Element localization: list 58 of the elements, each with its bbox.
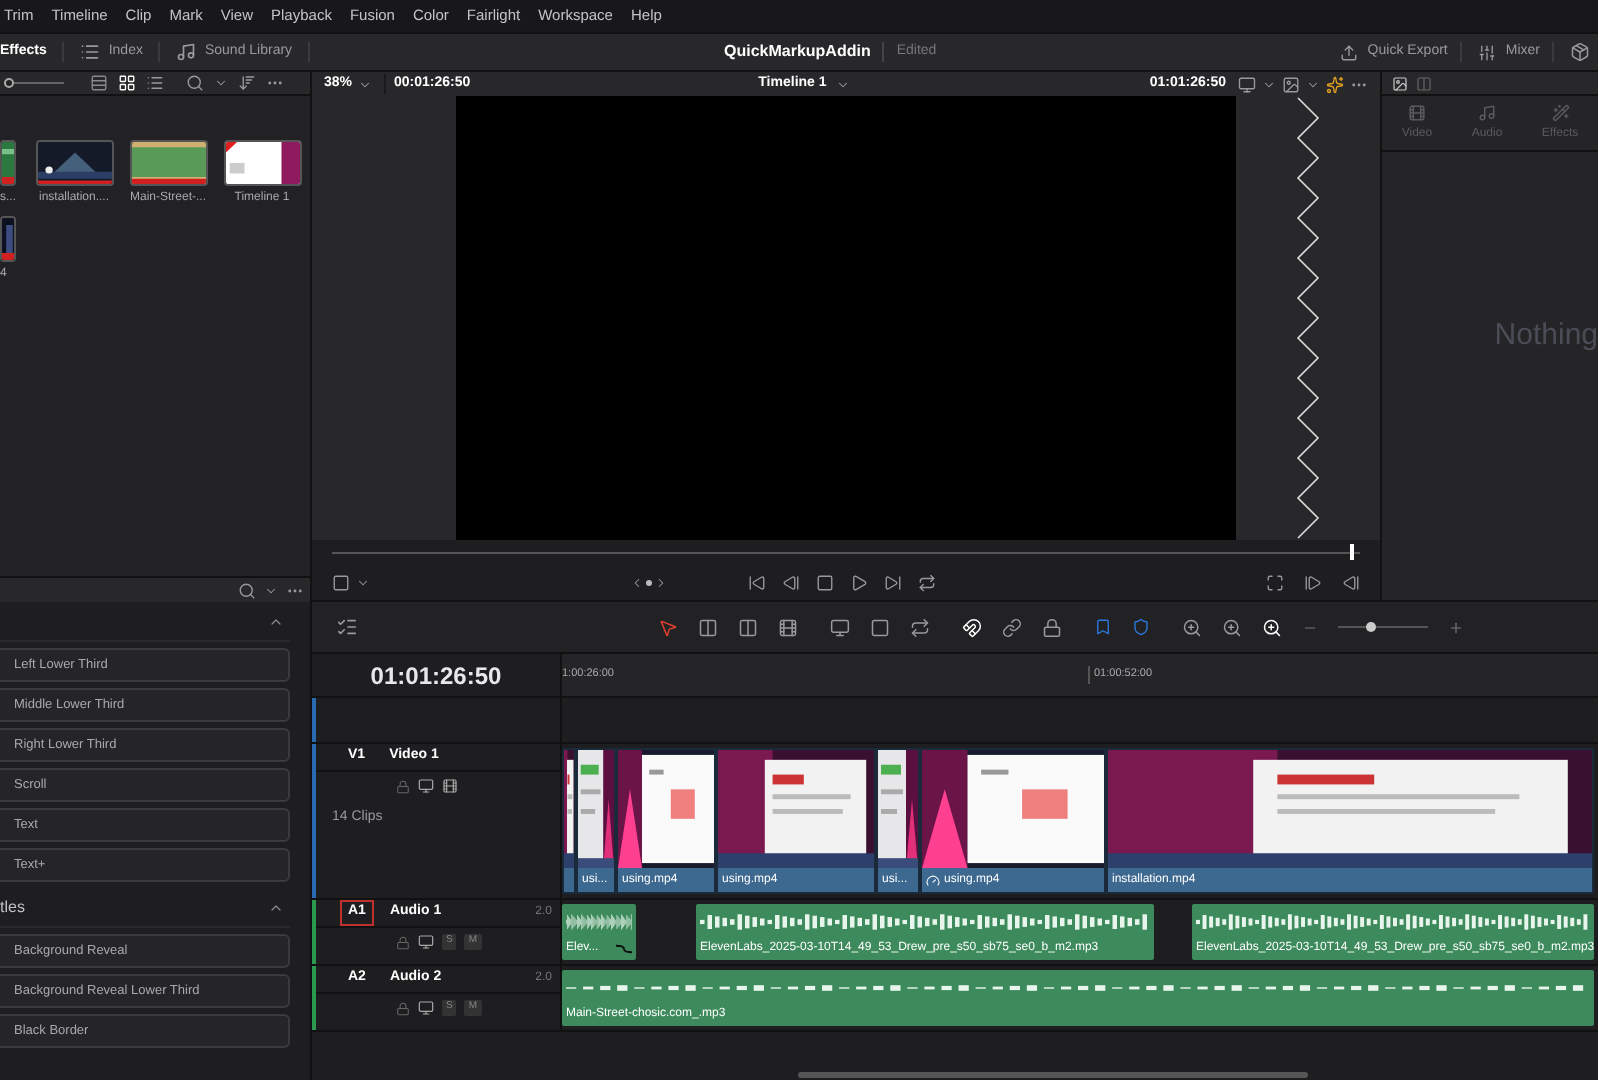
frame-icon[interactable]: [332, 573, 350, 591]
magic-wand-icon: [1551, 103, 1570, 121]
search-icon[interactable]: [238, 581, 256, 599]
lock-icon[interactable]: [396, 1001, 410, 1015]
image-icon[interactable]: [1282, 75, 1300, 93]
speed-icon: [926, 873, 940, 887]
grid-view-icon[interactable]: [118, 74, 136, 92]
jog-left-icon[interactable]: [630, 575, 644, 589]
chevron-icon: [836, 77, 851, 91]
chevron-icon[interactable]: [1306, 77, 1320, 91]
chevron-icon[interactable]: [1262, 77, 1276, 91]
play-icon[interactable]: [850, 573, 868, 591]
loop-icon[interactable]: [918, 573, 936, 591]
project-title: QuickMarkupAddin: [724, 40, 871, 64]
pointer-icon[interactable]: [658, 617, 678, 637]
snap-icon[interactable]: [962, 617, 982, 637]
sliders-icon: [1477, 43, 1496, 61]
chevron-icon: [358, 77, 373, 91]
lock-icon[interactable]: [396, 935, 410, 949]
link-icon[interactable]: [1002, 617, 1022, 637]
stop-icon[interactable]: [816, 573, 834, 591]
playhead[interactable]: [1349, 543, 1354, 559]
list-icon: [80, 42, 101, 62]
list-view-icon[interactable]: [146, 74, 164, 92]
strip-view-icon[interactable]: [90, 74, 108, 92]
chevron-icon[interactable]: [356, 575, 370, 589]
previous-edit-icon[interactable]: [1342, 573, 1360, 591]
jog-right-icon[interactable]: [654, 575, 668, 589]
chevron-icon[interactable]: [264, 583, 278, 597]
group-title: tles: [0, 895, 25, 919]
slider-thumb[interactable]: [1365, 622, 1375, 632]
zigzag-edge-icon: [1296, 96, 1320, 540]
monitor-icon[interactable]: [1238, 75, 1256, 93]
track-list-icon[interactable]: [336, 616, 358, 638]
lock-icon[interactable]: [1042, 617, 1062, 637]
lock-icon[interactable]: [396, 779, 410, 793]
music-icon: [1478, 103, 1496, 121]
zoom-full-icon[interactable]: [1182, 617, 1202, 637]
search-icon[interactable]: [186, 74, 204, 92]
film-icon: [1407, 103, 1426, 121]
zoom-in-icon[interactable]: [1448, 619, 1464, 635]
step-back-icon[interactable]: [782, 573, 800, 591]
fit-icon[interactable]: [1266, 573, 1284, 591]
horizontal-scrollbar[interactable]: [798, 1071, 1308, 1077]
upload-icon: [1339, 43, 1358, 61]
zoom-custom-icon[interactable]: [1262, 617, 1282, 637]
sort-icon[interactable]: [238, 74, 256, 92]
skip-forward-icon[interactable]: [884, 573, 902, 591]
image-icon[interactable]: [1392, 75, 1408, 91]
slider-thumb[interactable]: [4, 78, 14, 88]
timeline-timecode: 01:01:26:50: [370, 659, 502, 693]
video-clip[interactable]: [562, 748, 576, 894]
package-icon[interactable]: [1570, 42, 1590, 62]
music-list-icon: [176, 42, 197, 62]
next-edit-icon[interactable]: [1304, 573, 1322, 591]
chevron-icon[interactable]: [214, 76, 228, 90]
zoom-detail-icon[interactable]: [1222, 617, 1242, 637]
skip-back-icon[interactable]: [748, 573, 766, 591]
